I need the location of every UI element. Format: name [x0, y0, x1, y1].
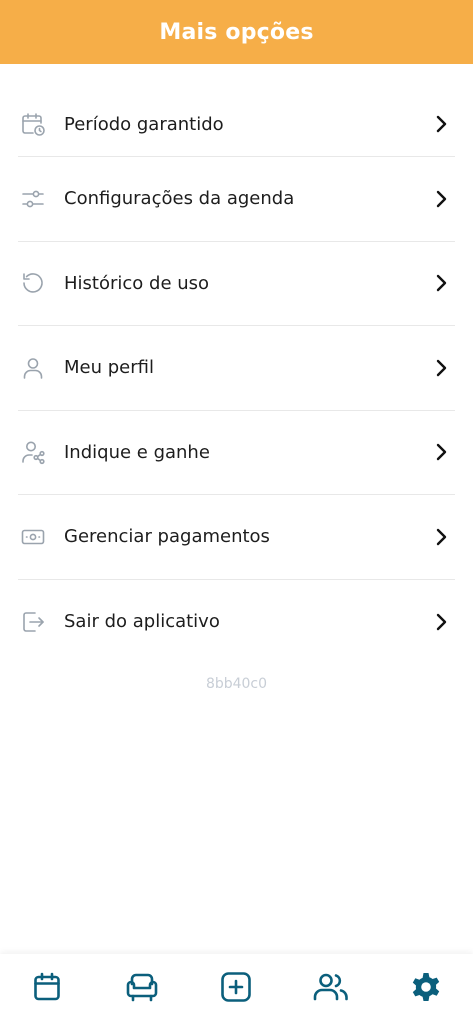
gear-icon [408, 969, 444, 1009]
chevron-right-icon [431, 189, 451, 209]
user-icon [19, 354, 47, 382]
armchair-icon [124, 971, 160, 1007]
calendar-clock-icon [19, 110, 47, 138]
chevron-right-icon [431, 442, 451, 462]
menu-item-configuracoes-agenda[interactable]: Configurações da agenda [18, 157, 455, 242]
menu-item-indique-ganhe[interactable]: Indique e ganhe [18, 411, 455, 495]
version-label: 8bb40c0 [205, 676, 268, 692]
menu-item-label: Gerenciar pagamentos [64, 526, 270, 548]
history-icon [19, 269, 47, 297]
user-share-icon [19, 438, 47, 466]
chevron-right-icon [431, 358, 451, 378]
menu-item-historico-uso[interactable]: Histórico de uso [18, 242, 455, 326]
users-icon [312, 971, 350, 1007]
nav-add-button[interactable] [211, 964, 261, 1014]
sliders-icon [19, 185, 47, 213]
nav-calendar-button[interactable] [22, 964, 72, 1014]
chevron-right-icon [431, 527, 451, 547]
nav-armchair-button[interactable] [117, 964, 167, 1014]
nav-settings-button[interactable] [401, 964, 451, 1014]
options-menu: Período garantido Configurações da agend… [0, 64, 473, 664]
menu-item-label: Sair do aplicativo [64, 611, 220, 633]
menu-item-label: Configurações da agenda [64, 188, 295, 210]
bottom-nav [0, 954, 473, 1024]
calendar-icon [31, 971, 63, 1007]
menu-item-periodo-garantido[interactable]: Período garantido [18, 92, 455, 157]
chevron-right-icon [431, 114, 451, 134]
more-options-screen: Mais opções Período garantido Configuraç… [0, 0, 473, 1024]
menu-item-meu-perfil[interactable]: Meu perfil [18, 326, 455, 411]
banknote-icon [19, 523, 47, 551]
chevron-right-icon [431, 612, 451, 632]
logout-icon [19, 608, 47, 636]
menu-item-sair-aplicativo[interactable]: Sair do aplicativo [18, 580, 455, 665]
menu-item-label: Histórico de uso [64, 272, 210, 294]
page-title: Mais opções [159, 19, 314, 45]
menu-item-label: Meu perfil [64, 357, 154, 379]
header: Mais opções [0, 0, 473, 64]
chevron-right-icon [431, 273, 451, 293]
plus-square-icon [219, 970, 253, 1008]
menu-item-label: Indique e ganhe [64, 441, 210, 463]
menu-item-gerenciar-pagamentos[interactable]: Gerenciar pagamentos [18, 495, 455, 580]
menu-item-label: Período garantido [64, 113, 224, 135]
nav-users-button[interactable] [306, 964, 356, 1014]
